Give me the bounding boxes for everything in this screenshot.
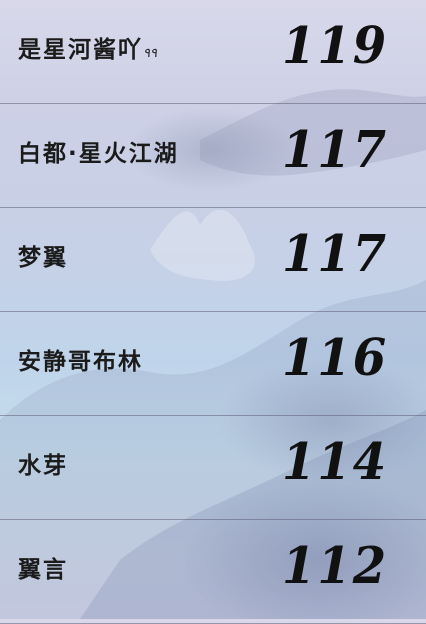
player-score: 116	[282, 328, 389, 388]
leaderboard-row[interactable]: 梦翼 117	[0, 208, 426, 312]
player-name: 白都·星火江湖	[18, 141, 179, 167]
leaderboard-row[interactable]: 翼言 112	[0, 520, 426, 624]
player-score: 117	[282, 120, 389, 180]
player-name: 梦翼	[18, 245, 68, 271]
player-score: 117	[282, 224, 389, 284]
player-name: 安静哥布林	[18, 349, 143, 375]
player-score: 114	[282, 432, 389, 492]
player-score: 112	[282, 536, 389, 596]
leaderboard-list: 是星河酱吖٩٩ 119 白都·星火江湖 117 梦翼 117 安静哥布林 116…	[0, 0, 426, 624]
player-score: 119	[282, 16, 389, 76]
leaderboard-row[interactable]: 是星河酱吖٩٩ 119	[0, 0, 426, 104]
player-name: 水芽	[18, 453, 68, 479]
leaderboard-row[interactable]: 白都·星火江湖 117	[0, 104, 426, 208]
player-name-suffix: ٩٩	[143, 46, 157, 61]
player-name: 翼言	[18, 557, 68, 583]
player-name: 是星河酱吖٩٩	[18, 37, 157, 63]
leaderboard-row[interactable]: 安静哥布林 116	[0, 312, 426, 416]
leaderboard-row[interactable]: 水芽 114	[0, 416, 426, 520]
